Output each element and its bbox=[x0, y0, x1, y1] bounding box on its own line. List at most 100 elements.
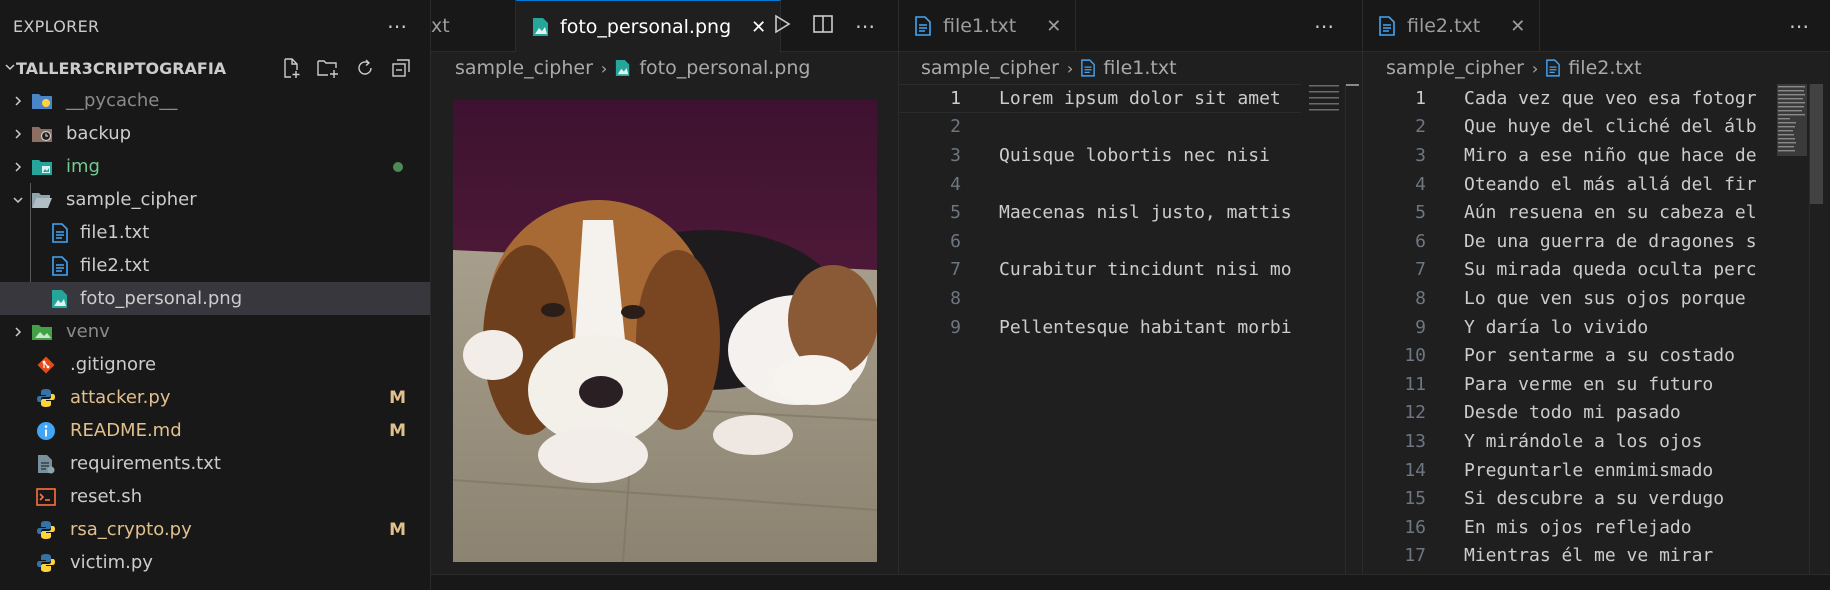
text-file-icon bbox=[1546, 59, 1561, 77]
line-text: Maecenas nisl justo, mattis bbox=[999, 202, 1292, 224]
tree-item-file2[interactable]: file2.txt bbox=[0, 249, 430, 282]
code-line: 7 Curabitur tincidunt nisi mo bbox=[899, 256, 1301, 285]
breadcrumb-folder[interactable]: sample_cipher bbox=[921, 57, 1059, 79]
more-actions-icon[interactable]: ⋯ bbox=[1314, 16, 1335, 36]
close-icon[interactable]: ✕ bbox=[1510, 16, 1525, 37]
tab-foto-personal[interactable]: foto_personal.png ✕ bbox=[516, 0, 782, 53]
workspace-title: TALLER3CRIPTOGRAFIA bbox=[16, 58, 227, 78]
vertical-scrollbar[interactable] bbox=[1809, 84, 1823, 574]
text-file-icon bbox=[1081, 59, 1096, 77]
new-folder-icon[interactable] bbox=[316, 57, 340, 79]
tree-item-backup[interactable]: backup bbox=[0, 117, 430, 150]
tab-file1[interactable]: file1.txt ✕ bbox=[899, 0, 1077, 52]
line-number: 12 bbox=[1404, 402, 1426, 424]
breadcrumb-folder[interactable]: sample_cipher bbox=[1386, 57, 1524, 79]
tree-item-requirements[interactable]: requirements.txt bbox=[0, 447, 430, 480]
tree-item-foto-personal[interactable]: foto_personal.png bbox=[0, 282, 430, 315]
line-number: 14 bbox=[1404, 459, 1426, 481]
tree-item-label: sample_cipher bbox=[66, 189, 197, 210]
code-line: 15 Si descubre a su verdugo bbox=[1363, 484, 1769, 513]
code-line: 9 Y daría lo vivido bbox=[1363, 313, 1769, 342]
line-text: Que huye del cliché del álb bbox=[1464, 116, 1757, 138]
split-editor-icon[interactable] bbox=[813, 14, 833, 38]
tree-item-attacker[interactable]: attacker.py M bbox=[0, 381, 430, 414]
vertical-scrollbar[interactable] bbox=[1345, 84, 1359, 574]
line-number: 1 bbox=[1415, 87, 1426, 109]
tree-item-venv[interactable]: venv bbox=[0, 315, 430, 348]
tab-previous[interactable]: xt bbox=[431, 0, 516, 52]
breadcrumb: sample_cipher › file1.txt bbox=[899, 52, 1362, 84]
scrollbar-thumb[interactable] bbox=[1810, 84, 1823, 204]
tree-item-label: .gitignore bbox=[70, 354, 157, 375]
line-number: 2 bbox=[950, 116, 961, 138]
code-editor[interactable]: 1 Lorem ipsum dolor sit amet 2 3 Quisque l… bbox=[899, 84, 1301, 341]
line-number: 7 bbox=[1415, 259, 1426, 281]
breadcrumb-file[interactable]: file1.txt bbox=[1103, 57, 1176, 79]
git-icon bbox=[34, 354, 58, 376]
tree-item-label: victim.py bbox=[70, 552, 153, 573]
code-line: 3 Quisque lobortis nec nisi bbox=[899, 141, 1301, 170]
python-icon bbox=[34, 552, 58, 574]
code-line: 10 Por sentarme a su costado bbox=[1363, 341, 1769, 370]
tree-item-pycache[interactable]: __pycache__ bbox=[0, 84, 430, 117]
line-text: Oteando el más allá del fir bbox=[1464, 173, 1757, 195]
code-line: 2 Que huye del cliché del álb bbox=[1363, 113, 1769, 142]
tab-bar: xt foto_personal.png ✕ ⋯ bbox=[431, 0, 898, 53]
line-number: 4 bbox=[950, 173, 961, 195]
text-file-icon bbox=[1379, 16, 1395, 36]
line-text: En mis ojos reflejado bbox=[1464, 516, 1692, 538]
code-editor[interactable]: 1 Cada vez que veo esa fotogr 2 Que huye d… bbox=[1363, 84, 1769, 570]
line-number: 11 bbox=[1404, 373, 1426, 395]
python-icon bbox=[34, 387, 58, 409]
line-number: 13 bbox=[1404, 430, 1426, 452]
chevron-right-icon bbox=[6, 128, 30, 140]
editor-actions: ⋯ bbox=[1789, 0, 1810, 52]
scrollbar-thumb[interactable] bbox=[1346, 84, 1359, 86]
breadcrumb-file[interactable]: file2.txt bbox=[1568, 57, 1641, 79]
tree-item-label: reset.sh bbox=[70, 486, 143, 507]
text-file-icon bbox=[48, 222, 72, 244]
workspace-header[interactable]: TALLER3CRIPTOGRAFIA bbox=[0, 52, 430, 84]
run-icon[interactable] bbox=[773, 14, 791, 38]
editor-group-image: xt foto_personal.png ✕ ⋯ sample_cipher ›… bbox=[431, 0, 899, 590]
image-preview bbox=[453, 100, 877, 562]
line-text: Su mirada queda oculta perc bbox=[1464, 259, 1757, 281]
line-number: 7 bbox=[950, 259, 961, 281]
more-actions-icon[interactable]: ⋯ bbox=[1789, 16, 1810, 36]
minimap[interactable] bbox=[1309, 84, 1341, 118]
text-file-icon bbox=[48, 255, 72, 277]
new-file-icon[interactable] bbox=[280, 57, 302, 79]
line-text: Cada vez que veo esa fotogr bbox=[1464, 87, 1757, 109]
tree-item-sample-cipher[interactable]: sample_cipher bbox=[0, 183, 430, 216]
workspace-actions bbox=[280, 57, 412, 79]
breadcrumb-file[interactable]: foto_personal.png bbox=[639, 57, 810, 79]
tree-item-readme[interactable]: README.md M bbox=[0, 414, 430, 447]
tree-item-victim[interactable]: victim.py bbox=[0, 546, 430, 579]
explorer-more-actions-icon[interactable]: ⋯ bbox=[387, 16, 408, 36]
editor-actions: ⋯ bbox=[773, 0, 876, 52]
shell-icon bbox=[34, 486, 58, 508]
tree-item-reset[interactable]: reset.sh bbox=[0, 480, 430, 513]
image-folder-icon bbox=[30, 156, 54, 178]
line-text: Pellentesque habitant morbi bbox=[999, 316, 1292, 338]
more-actions-icon[interactable]: ⋯ bbox=[855, 16, 876, 36]
backup-folder-icon bbox=[30, 123, 54, 145]
close-icon[interactable]: ✕ bbox=[1046, 16, 1061, 37]
collapse-all-icon[interactable] bbox=[390, 57, 412, 79]
tab-file2[interactable]: file2.txt ✕ bbox=[1363, 0, 1541, 52]
line-text: Aún resuena en su cabeza el bbox=[1464, 202, 1757, 224]
modified-badge: M bbox=[389, 420, 406, 441]
info-icon bbox=[34, 420, 58, 442]
line-number: 3 bbox=[950, 144, 961, 166]
close-icon[interactable]: ✕ bbox=[751, 17, 766, 38]
breadcrumb-folder[interactable]: sample_cipher bbox=[455, 57, 593, 79]
text-file-icon bbox=[915, 16, 931, 36]
tree-item-gitignore[interactable]: .gitignore bbox=[0, 348, 430, 381]
tree-item-file1[interactable]: file1.txt bbox=[0, 216, 430, 249]
tree-item-img[interactable]: img bbox=[0, 150, 430, 183]
refresh-icon[interactable] bbox=[354, 57, 376, 79]
tab-label: file1.txt bbox=[943, 15, 1017, 37]
tree-item-rsa-crypto[interactable]: rsa_crypto.py M bbox=[0, 513, 430, 546]
minimap[interactable] bbox=[1777, 84, 1807, 160]
line-text: Lo que ven sus ojos porque bbox=[1464, 287, 1757, 309]
